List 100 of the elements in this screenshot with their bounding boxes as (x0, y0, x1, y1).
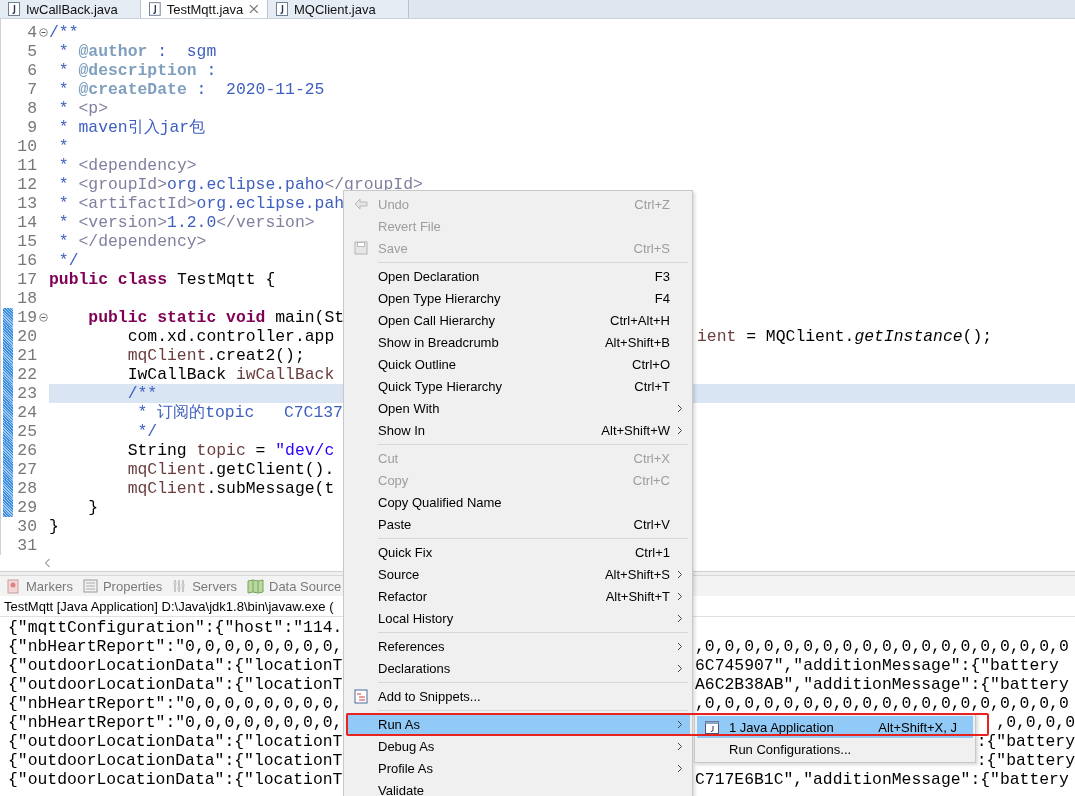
code-line: * @createDate : 2020-11-25 (57, 80, 325, 99)
console-output: {"nbHeartReport":"0,0,0,0,0,0,0,0, (8, 713, 343, 732)
code-line: } (49, 517, 59, 536)
menu-item[interactable]: Declarations (346, 657, 690, 679)
code-line: String topic = "dev/c (126, 441, 335, 460)
menu-item[interactable]: Open Call Hierarchy Ctrl+Alt+H (346, 309, 690, 331)
console-output: {"nbHeartReport":"0,0,0,0,0,0,0,0, (8, 694, 343, 713)
line-number: 23 (16, 384, 37, 403)
line-number: 16 (16, 251, 37, 270)
code-line: mqClient.creat2(); (126, 346, 305, 365)
line-number: 9 (26, 118, 37, 137)
console-output: 6C745907","additionMessage":{"battery (695, 656, 1059, 675)
line-number: 29 (16, 498, 37, 517)
panel-tab[interactable]: Properties (82, 578, 163, 594)
menu-item[interactable]: Open Type Hierarchy F4 (346, 287, 690, 309)
java-file-icon (276, 2, 288, 16)
fold-icon[interactable] (38, 313, 48, 322)
menu-item[interactable]: 1 Java Application Alt+Shift+X, J (697, 716, 973, 738)
line-number: 12 (16, 175, 37, 194)
editor-tab[interactable]: MQClient.java (268, 0, 409, 18)
code-line: ient = MQClient.getInstance(); (697, 327, 993, 346)
code-line: mqClient.getClient(). (126, 460, 335, 479)
editor-tab[interactable]: IwCallBack.java (0, 0, 141, 18)
menu-item[interactable]: References (346, 635, 690, 657)
line-number: 26 (16, 441, 37, 460)
code-line: * 订阅的topic C7C137 (136, 403, 343, 422)
line-number: 30 (16, 517, 37, 536)
code-line: public static void main(St (87, 308, 345, 327)
line-number: 20 (16, 327, 37, 346)
code-line: * maven引入jar包 (57, 118, 206, 137)
properties-icon (82, 579, 98, 593)
java-file-icon (8, 2, 20, 16)
code-line: * @description : (57, 61, 217, 80)
window-icon (705, 720, 719, 734)
line-number: 19 (16, 308, 37, 327)
code-line: * <p> (57, 99, 109, 118)
panel-tab[interactable]: Data Source (247, 578, 342, 594)
java-file-icon (149, 2, 161, 16)
snippet-icon (353, 688, 369, 704)
code-line: * @author : sgm (57, 42, 217, 61)
panel-tab[interactable]: Servers (172, 578, 237, 594)
markers-icon (6, 578, 21, 594)
fold-icon[interactable] (38, 28, 48, 37)
menu-item[interactable]: Show in Breadcrumb Alt+Shift+B (346, 331, 690, 353)
line-number: 24 (16, 403, 37, 422)
menu-item[interactable]: Quick Fix Ctrl+1 (346, 541, 690, 563)
line-number: 17 (16, 270, 37, 289)
menu-item[interactable]: Debug As (346, 735, 690, 757)
menu-item[interactable]: Profile As (346, 757, 690, 779)
menu-item[interactable]: Show In Alt+Shift+W (346, 419, 690, 441)
line-number: 31 (16, 536, 37, 555)
menu-item[interactable]: Run As (346, 713, 690, 735)
code-line: */ (57, 251, 79, 270)
line-number: 6 (26, 61, 37, 80)
line-number: 4 (26, 23, 37, 42)
code-line: IwCallBack iwCallBack (126, 365, 335, 384)
console-output: :{"battery (976, 732, 1075, 751)
line-number: 27 (16, 460, 37, 479)
menu-item[interactable]: Copy Qualified Name (346, 491, 690, 513)
code-line: * <dependency> (57, 156, 197, 175)
save-icon (354, 241, 368, 255)
menu-item[interactable]: Open With (346, 397, 690, 419)
menu-item[interactable]: Validate (346, 779, 690, 796)
line-number: 13 (16, 194, 37, 213)
console-output: C717E6B1C","additionMessage":{"battery (695, 770, 1069, 789)
console-output: {"outdoorLocationData":{"locationT (8, 675, 343, 694)
menu-item[interactable]: Paste Ctrl+V (346, 513, 690, 535)
line-number: 5 (26, 42, 37, 61)
line-number: 21 (16, 346, 37, 365)
code-line: * </dependency> (57, 232, 207, 251)
close-icon[interactable] (249, 4, 259, 14)
editor-tab[interactable]: TestMqtt.java (141, 0, 268, 18)
line-number: 18 (16, 289, 37, 308)
console-output: A6C2B38AB","additionMessage":{"battery (695, 675, 1069, 694)
line-number: 8 (26, 99, 37, 118)
console-output: {"outdoorLocationData":{"locationT (8, 732, 343, 751)
code-line: } (87, 498, 99, 517)
code-line: public class TestMqtt { (49, 270, 276, 289)
panel-tab[interactable]: Markers (6, 578, 73, 594)
line-number: 14 (16, 213, 37, 232)
menu-item[interactable]: Open Declaration F3 (346, 265, 690, 287)
console-output: {"outdoorLocationData":{"locationT (8, 751, 343, 770)
menu-item[interactable]: Quick Outline Ctrl+O (346, 353, 690, 375)
line-number: 25 (16, 422, 37, 441)
line-number: 15 (16, 232, 37, 251)
line-number: 7 (26, 80, 37, 99)
line-number: 10 (16, 137, 37, 156)
menu-item[interactable]: Run Configurations... (697, 738, 973, 760)
menu-item[interactable]: Add to Snippets... (346, 685, 690, 707)
console-output: ,0,0,0,0,0,0,0,0,0,0,0,0,0,0,0,0,0,0,0 (695, 694, 1069, 713)
console-output: {"outdoorLocationData":{"locationT (8, 770, 343, 789)
code-line: */ (136, 422, 158, 441)
console-output: {"outdoorLocationData":{"locationT (8, 656, 343, 675)
menu-item[interactable]: Source Alt+Shift+S (346, 563, 690, 585)
line-number: 22 (16, 365, 37, 384)
console-output: {"mqttConfiguration":{"host":"114. (8, 618, 343, 637)
code-line: * (57, 137, 69, 156)
console-output: {"nbHeartReport":"0,0,0,0,0,0,0,0, (8, 637, 343, 656)
sliders-icon (172, 579, 188, 593)
menu-item[interactable]: Quick Type Hierarchy Ctrl+T (346, 375, 690, 397)
